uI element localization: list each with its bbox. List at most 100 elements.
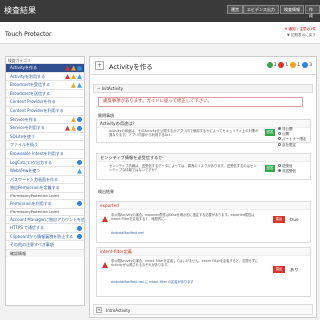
radio-icon[interactable] (278, 169, 281, 173)
warning-icon (71, 125, 76, 131)
radio-icon[interactable] (278, 137, 281, 141)
sidebar-item-label: Clipboardから情報漏洩を防止する (10, 233, 74, 239)
sidebar-item[interactable]: 確認情報 (6, 248, 84, 258)
info-icon (77, 168, 82, 174)
warning-icon (71, 117, 76, 123)
radio-icon[interactable] (278, 142, 281, 146)
answer-options: 非公開 公開 パートナー限定 自社限定 (278, 127, 307, 148)
sidebar-item[interactable]: Broadcastを受信する (6, 80, 84, 89)
expand-icon: + (96, 307, 102, 313)
sidebar-item[interactable]: Activityを作る (6, 63, 84, 72)
answer-option[interactable]: 非送受信 (278, 169, 296, 174)
create-button[interactable]: 作成 (305, 5, 320, 18)
sidebar-item[interactable]: Serviceを利用する (6, 123, 84, 132)
radio-icon[interactable] (278, 127, 281, 130)
sidebar-item[interactable]: (Permission/Protection Level) (6, 191, 84, 199)
status-icons (71, 82, 82, 88)
sidebar-item-label: Account Managerに独自アカウントを追加する (10, 216, 84, 222)
status-icons (65, 74, 82, 80)
detection-title: exported (97, 202, 310, 210)
sidebar-item-label: (Permission/Protection Level) (10, 193, 60, 198)
minus-icon: − (97, 86, 101, 91)
error-icon (102, 262, 108, 268)
sidebar-item[interactable]: Account Managerに独自アカウントを追加する (6, 214, 84, 224)
app-name: Touch Protector (5, 31, 52, 38)
radio-icon[interactable] (278, 164, 281, 167)
reset-link[interactable]: ▼ 初期表示に戻す (287, 33, 316, 38)
sidebar-item[interactable]: 独自Permissionを定義する (6, 183, 84, 192)
detection-title: intent-filter定義 (97, 248, 310, 256)
status-icons (71, 117, 82, 123)
status-icons (77, 160, 82, 166)
sidebar-item-label: LogCatにログ出力する (10, 159, 52, 165)
app-header: Touch Protector ※ 通知・注意の1件 ▼ 初期表示に戻す (0, 22, 320, 44)
error-icon (65, 65, 70, 71)
question-description: Activityの用途は、そのActivityを公開するかアプリ内で使用するかに… (109, 129, 259, 138)
sidebar-item[interactable]: LogCatにログ出力する (6, 157, 84, 167)
error-icon (278, 62, 285, 68)
detection-file[interactable]: AndroidManifest.xml に intent-filter の定義が… (111, 280, 261, 284)
sidebar-item[interactable]: (Permission/Protection Level) (6, 207, 84, 215)
activity-row-collapsed[interactable]: + IntroActivity (93, 304, 313, 315)
detection-value: true (290, 217, 299, 222)
check-icon (77, 65, 82, 71)
violation-badge: 違反 (273, 216, 285, 223)
sidebar-item-label: 独自Permissionを定義する (10, 185, 60, 191)
evidence-export-button[interactable]: エビデンス出力 (243, 5, 279, 14)
answer-option[interactable]: 自社限定 (278, 142, 307, 148)
sidebar-item-label: ファイルを扱う (10, 142, 38, 148)
sidebar-item[interactable]: Clipboardから情報漏洩を防止する (6, 231, 84, 241)
main-panel: + Activityを作る 3 1 1 3 − InitActivity 違反事項があ… (89, 56, 317, 318)
error-icon (65, 125, 70, 131)
check-icon (77, 201, 82, 207)
detection-box: exported 非公開Activityの場合、exported属性はfalse… (96, 201, 311, 243)
main-title: Activityを作る (109, 63, 153, 71)
activity-row[interactable]: − InitActivity (93, 84, 313, 93)
answer-option-label: 公開 (282, 132, 289, 137)
sidebar-item[interactable]: パスワード入力画面を作る (6, 174, 84, 184)
info-icon (77, 74, 82, 80)
warning-icon (71, 74, 76, 80)
sidebar-item[interactable]: WebViewを使う (6, 166, 84, 175)
expand-icon[interactable]: + (95, 61, 104, 70)
sidebar-item[interactable]: Browsable Intentを利用する (6, 148, 84, 158)
error-count-value: 1 (285, 62, 289, 68)
sidebar-item-label: HTTPS で通信する (10, 225, 45, 231)
notice-count-value: 3 (309, 62, 312, 68)
radio-icon[interactable] (278, 132, 281, 136)
answer-options: 送受信 非送受信 (278, 164, 296, 174)
error-icon (65, 74, 70, 80)
answer-option-label: 非送受信 (282, 169, 296, 174)
sidebar-item-label: SQLiteを使う (10, 133, 36, 139)
sidebar-item[interactable]: Broadcastを送信する (6, 88, 84, 98)
sidebar-item[interactable]: SQLiteを使う (6, 131, 84, 141)
sidebar-item[interactable]: ファイルを扱う (6, 140, 84, 149)
main-header: + Activityを作る 3 1 1 3 (90, 57, 316, 75)
sidebar-item[interactable]: その他の注意すべき事項 (6, 240, 84, 249)
check-icon (77, 160, 82, 166)
answer-option-label: パートナー限定 (282, 137, 307, 142)
detection-section-label: 検出結果 (98, 189, 114, 194)
answer-badge: 回答 (265, 165, 275, 172)
sidebar-item[interactable]: HTTPS で通信する (6, 223, 84, 232)
detection-box: intent-filter定義 非公開Activityの場合、Intent Fi… (96, 247, 311, 297)
check-icon (77, 234, 82, 240)
sidebar-item[interactable]: Serviceを作る (6, 114, 84, 124)
check-icon (77, 225, 82, 231)
violation-alert: 違反事項があります。ガイドに従って修正して下さい。 (98, 97, 303, 107)
sidebar-item-label: WebViewを使う (10, 168, 41, 174)
sidebar-item[interactable]: Activityを利用する (6, 71, 84, 81)
check-icon (77, 117, 82, 123)
sidebar-item-label: Activityを作る (10, 65, 37, 70)
warning-icon (71, 82, 76, 88)
sidebar-item[interactable]: Permissionを利用する (6, 198, 84, 208)
inspection-info-button[interactable]: 検査情報 (280, 5, 304, 14)
sidebar-item-label: Serviceを利用する (10, 125, 45, 131)
sidebar-item[interactable]: Content Providerを利用する (6, 105, 84, 115)
sidebar-item[interactable]: Content Providerを作る (6, 97, 84, 106)
status-icons (77, 201, 82, 207)
sidebar-item-label: Serviceを作る (10, 116, 37, 122)
answer-option-label: 送受信 (282, 164, 293, 168)
operation-button[interactable]: 運営 (227, 5, 243, 14)
detection-file[interactable]: AndroidManifest.xml (111, 231, 261, 235)
